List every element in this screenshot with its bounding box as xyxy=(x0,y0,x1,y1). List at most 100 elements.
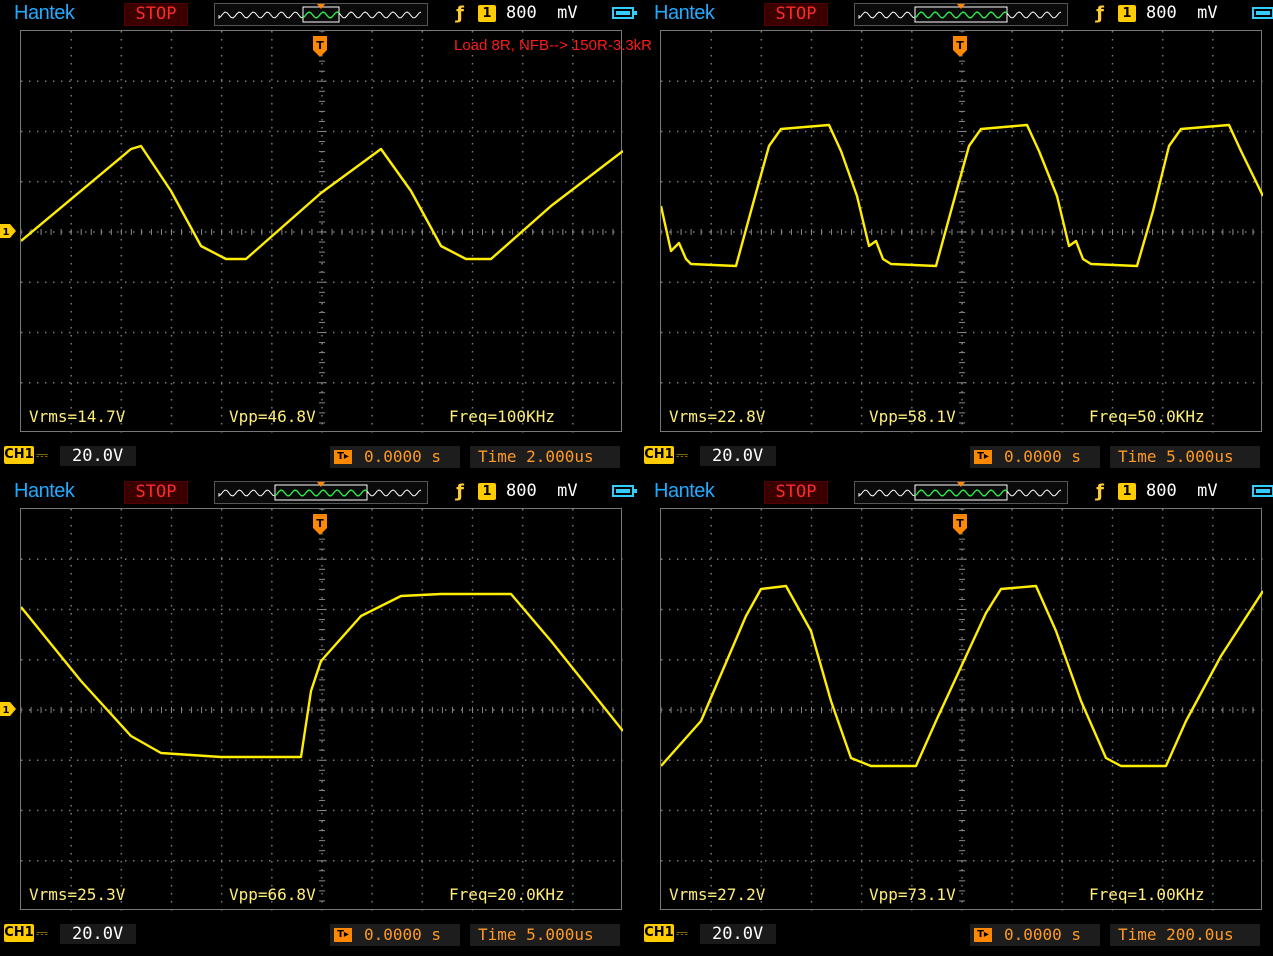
brand-logo: Hantek xyxy=(14,2,75,24)
frequency-readout: Freq=50.0KHz xyxy=(1089,407,1205,426)
dc-coupling-icon: ⎓ xyxy=(676,924,688,942)
frequency-readout: Freq=1.00KHz xyxy=(1089,885,1205,904)
trigger-level: 800 mV xyxy=(1146,481,1218,501)
svg-text:T: T xyxy=(316,517,324,530)
waveform-display[interactable]: Vrms=14.7V Vpp=46.8V Freq=100KHz xyxy=(20,30,623,433)
channel-marker-icon[interactable]: 1 xyxy=(0,702,16,716)
trigger-position[interactable]: T▸ 0.0000 s xyxy=(970,924,1100,946)
rising-edge-icon: ƒ xyxy=(1096,3,1104,24)
vpp-readout: Vpp=66.8V xyxy=(229,885,316,904)
waveform-trace xyxy=(661,123,1263,268)
graticule xyxy=(661,31,1263,433)
channel-label[interactable]: CH1 xyxy=(644,446,674,464)
dc-coupling-icon: ⎓ xyxy=(36,924,48,942)
bottom-status-bar: CH1 ⎓ 20.0V T▸ 0.0000 s Time 2.000us xyxy=(0,444,640,472)
waveform-trace xyxy=(21,592,623,759)
scope-panel-3: Hantek STOP ƒ 1 800 mV Vrms=25.3V Vpp=66… xyxy=(0,478,640,956)
vrms-readout: Vrms=27.2V xyxy=(669,885,766,904)
trigger-position-icon: T▸ xyxy=(974,450,992,464)
rising-edge-icon: ƒ xyxy=(456,3,464,24)
top-status-bar: Hantek STOP ƒ 1 800 mV xyxy=(640,478,1273,506)
trigger-position[interactable]: T▸ 0.0000 s xyxy=(970,446,1100,468)
top-status-bar: Hantek STOP ƒ 1 800 mV xyxy=(640,0,1273,28)
channel-marker-icon[interactable]: 1 xyxy=(0,224,16,238)
trigger-position-value: 0.0000 s xyxy=(364,925,442,944)
time-per-div[interactable]: Time 5.000us xyxy=(1110,446,1260,468)
trigger-marker-icon[interactable]: T xyxy=(953,36,967,58)
trigger-position-icon: T▸ xyxy=(334,450,352,464)
scope-panel-4: Hantek STOP ƒ 1 800 mV Vrms=27.2V Vpp=73… xyxy=(640,478,1273,956)
trigger-level: 800 mV xyxy=(506,481,578,501)
trigger-level: 800 mV xyxy=(506,3,578,23)
top-status-bar: Hantek STOP ƒ 1 800 mV xyxy=(0,0,640,28)
rising-edge-icon: ƒ xyxy=(456,481,464,502)
timebase-overview-graphic xyxy=(858,4,1062,23)
run-stop-status[interactable]: STOP xyxy=(124,3,188,26)
timebase-overview-graphic xyxy=(218,4,422,23)
vpp-readout: Vpp=46.8V xyxy=(229,407,316,426)
brand-logo: Hantek xyxy=(14,480,75,502)
trigger-marker-icon[interactable]: T xyxy=(313,36,327,58)
trigger-source: 1 xyxy=(478,483,496,500)
svg-text:T: T xyxy=(956,517,964,530)
frequency-readout: Freq=100KHz xyxy=(449,407,555,426)
trigger-source: 1 xyxy=(1118,483,1136,500)
scope-panel-2: Hantek STOP ƒ 1 800 mV Vrms=22.8V Vpp=58… xyxy=(640,0,1273,478)
run-stop-status[interactable]: STOP xyxy=(764,481,828,504)
trigger-position[interactable]: T▸ 0.0000 s xyxy=(330,924,460,946)
brand-logo: Hantek xyxy=(654,480,715,502)
timebase-overview-graphic xyxy=(858,482,1062,501)
timebase-overview[interactable] xyxy=(214,481,428,504)
trigger-settings[interactable]: ƒ 1 800 mV xyxy=(1090,3,1250,24)
scope-panel-1: Hantek STOP ƒ 1 800 mV Vrms=14.7V Vpp=46… xyxy=(0,0,640,478)
timebase-overview[interactable] xyxy=(214,3,428,26)
trigger-marker-icon[interactable]: T xyxy=(313,514,327,536)
trigger-position-value: 0.0000 s xyxy=(1004,925,1082,944)
vpp-readout: Vpp=73.1V xyxy=(869,885,956,904)
trigger-position-icon: T▸ xyxy=(334,928,352,942)
brand-logo: Hantek xyxy=(654,2,715,24)
svg-text:T: T xyxy=(956,39,964,52)
waveform-display[interactable]: Vrms=25.3V Vpp=66.8V Freq=20.0KHz xyxy=(20,508,623,911)
battery-icon xyxy=(612,7,637,19)
trigger-settings[interactable]: ƒ 1 800 mV xyxy=(450,481,610,502)
trigger-position-icon: T▸ xyxy=(974,928,992,942)
trigger-marker-icon[interactable]: T xyxy=(953,514,967,536)
trigger-level: 800 mV xyxy=(1146,3,1218,23)
vpp-readout: Vpp=58.1V xyxy=(869,407,956,426)
trigger-position-value: 0.0000 s xyxy=(1004,447,1082,466)
trigger-settings[interactable]: ƒ 1 800 mV xyxy=(1090,481,1250,502)
run-stop-status[interactable]: STOP xyxy=(764,3,828,26)
graticule xyxy=(21,509,623,911)
bottom-status-bar: CH1 ⎓ 20.0V T▸ 0.0000 s Time 5.000us xyxy=(0,922,640,950)
time-per-div[interactable]: Time 2.000us xyxy=(470,446,620,468)
trigger-settings[interactable]: ƒ 1 800 mV xyxy=(450,3,610,24)
timebase-overview-graphic xyxy=(218,482,422,501)
battery-icon xyxy=(1252,485,1273,497)
waveform-display[interactable]: Vrms=22.8V Vpp=58.1V Freq=50.0KHz xyxy=(660,30,1263,433)
time-per-div[interactable]: Time 200.0us xyxy=(1110,924,1260,946)
graticule xyxy=(661,509,1263,911)
waveform-display[interactable]: Vrms=27.2V Vpp=73.1V Freq=1.00KHz xyxy=(660,508,1263,911)
volts-per-div[interactable]: 20.0V xyxy=(60,924,136,944)
volts-per-div[interactable]: 20.0V xyxy=(60,446,136,466)
frequency-readout: Freq=20.0KHz xyxy=(449,885,565,904)
run-stop-status[interactable]: STOP xyxy=(124,481,188,504)
channel-label[interactable]: CH1 xyxy=(4,446,34,464)
trigger-position[interactable]: T▸ 0.0000 s xyxy=(330,446,460,468)
volts-per-div[interactable]: 20.0V xyxy=(700,924,776,944)
volts-per-div[interactable]: 20.0V xyxy=(700,446,776,466)
timebase-overview[interactable] xyxy=(854,481,1068,504)
channel-label[interactable]: CH1 xyxy=(4,924,34,942)
vrms-readout: Vrms=22.8V xyxy=(669,407,766,426)
svg-text:1: 1 xyxy=(3,705,10,716)
trigger-source: 1 xyxy=(478,5,496,22)
battery-icon xyxy=(612,485,637,497)
trigger-position-value: 0.0000 s xyxy=(364,447,442,466)
channel-label[interactable]: CH1 xyxy=(644,924,674,942)
dc-coupling-icon: ⎓ xyxy=(36,446,48,464)
timebase-overview[interactable] xyxy=(854,3,1068,26)
bottom-status-bar: CH1 ⎓ 20.0V T▸ 0.0000 s Time 5.000us xyxy=(640,444,1273,472)
vrms-readout: Vrms=14.7V xyxy=(29,407,126,426)
time-per-div[interactable]: Time 5.000us xyxy=(470,924,620,946)
